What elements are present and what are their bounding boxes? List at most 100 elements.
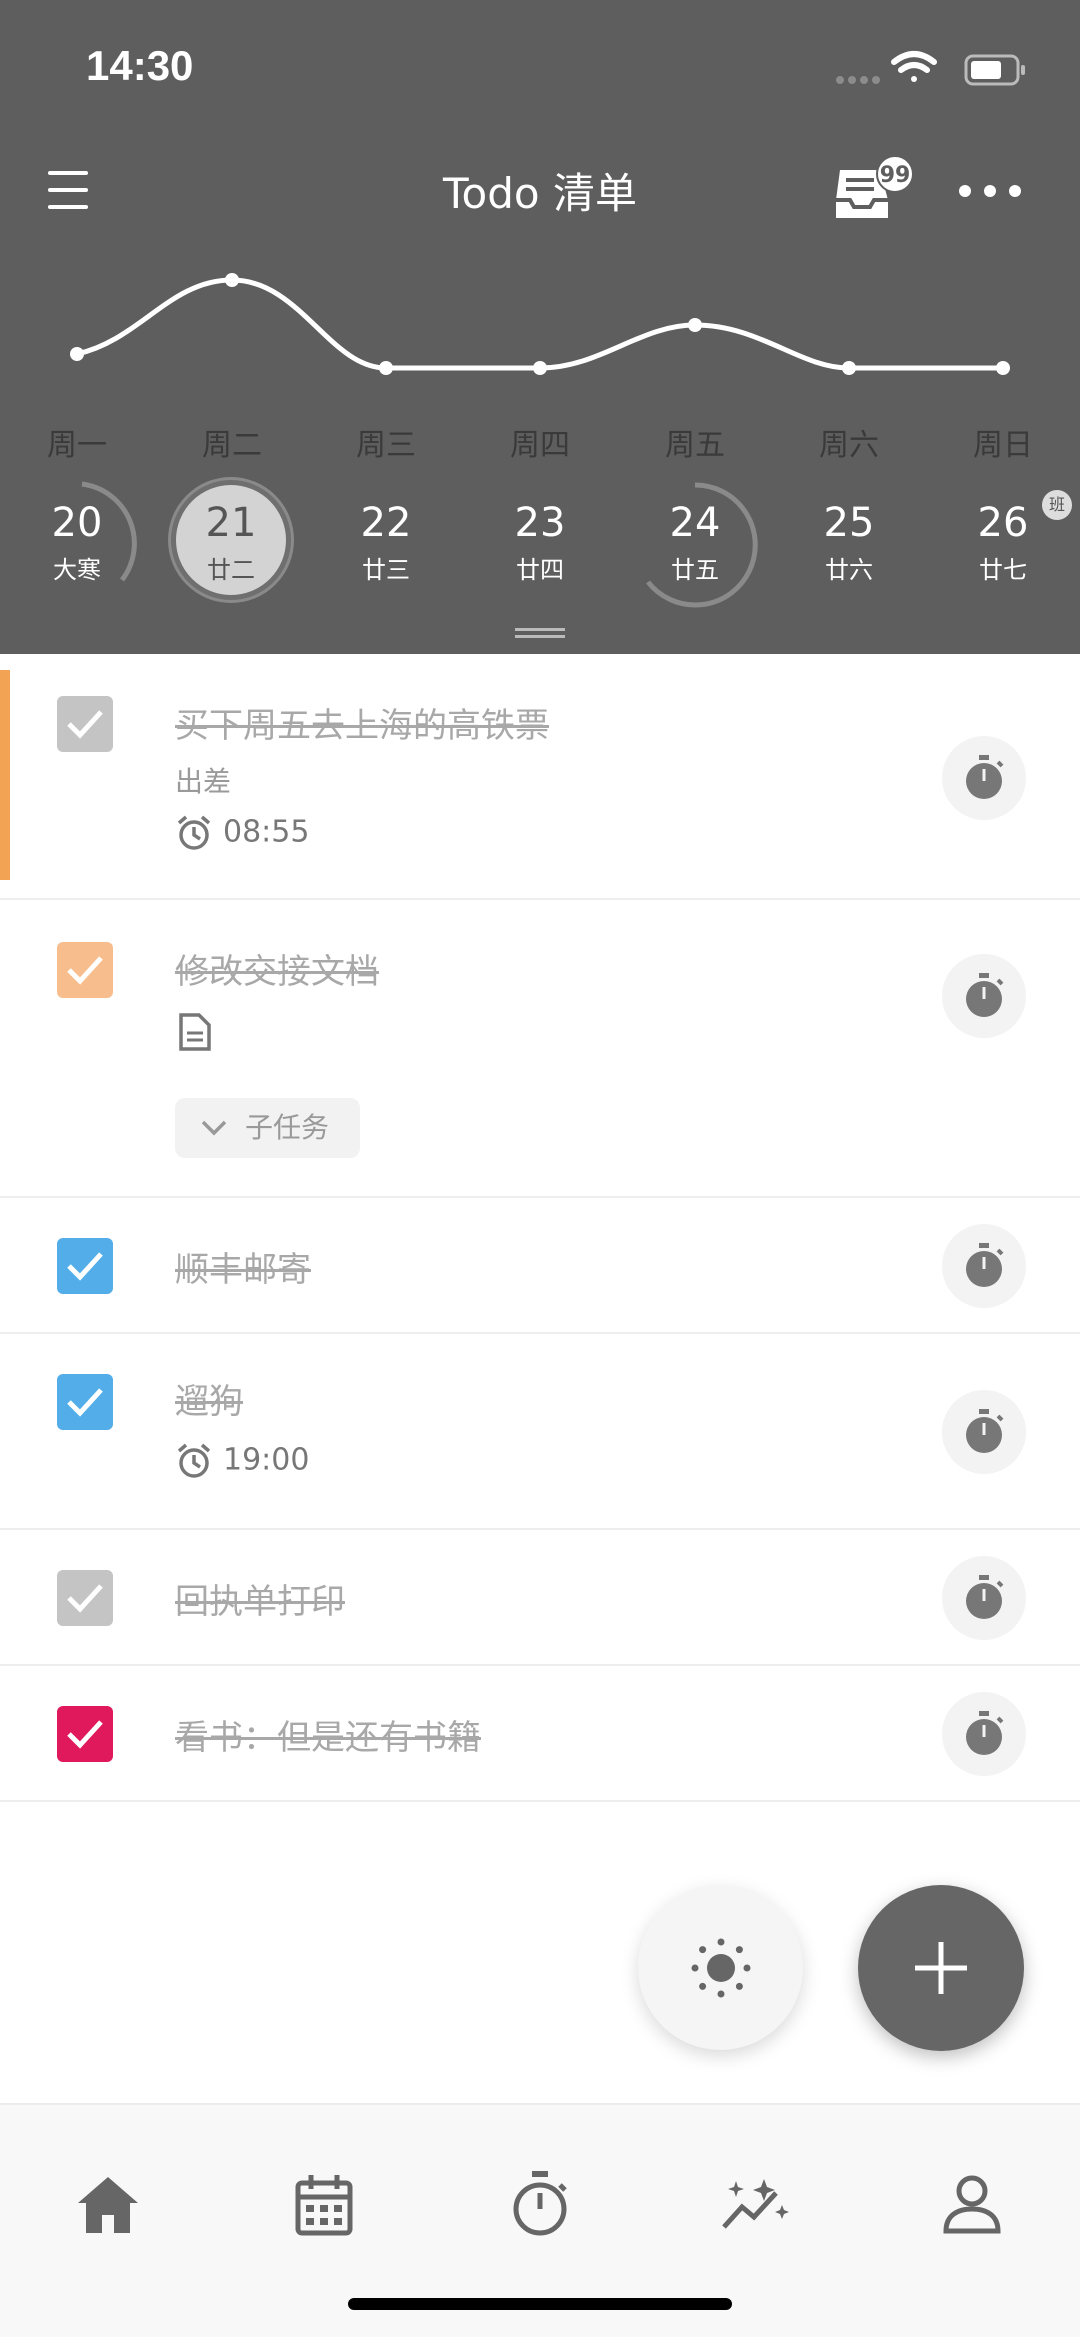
weekday-label: 周三	[356, 428, 416, 463]
check-icon	[67, 1720, 103, 1749]
start-timer-button[interactable]	[942, 1692, 1026, 1776]
stopwatch-icon	[966, 1711, 1004, 1755]
weekday-label: 周日	[973, 428, 1033, 463]
brightness-icon	[691, 1938, 751, 1998]
calendar-icon	[295, 2175, 353, 2236]
more-icon-dot	[959, 185, 971, 197]
stopwatch-icon	[966, 755, 1004, 799]
stopwatch-icon	[966, 1575, 1004, 1619]
task-title: 看书：但是还有书籍	[175, 1718, 481, 1758]
more-icon-dot	[984, 185, 996, 197]
check-icon	[67, 1388, 103, 1417]
start-timer-button[interactable]	[942, 1224, 1026, 1308]
alarm-time: 19:00	[223, 1442, 310, 1478]
alarm-icon	[177, 1443, 211, 1478]
task-item[interactable]: 顺丰邮寄	[0, 1198, 1080, 1334]
check-icon	[67, 1584, 103, 1613]
start-timer-button[interactable]	[942, 736, 1026, 820]
subtask-label: 子任务	[245, 1111, 330, 1144]
curve-point	[842, 361, 856, 375]
signal-icon	[836, 76, 880, 84]
wifi-icon	[891, 51, 937, 82]
task-checkbox[interactable]	[57, 1374, 113, 1430]
task-item[interactable]: 回执单打印	[0, 1530, 1080, 1666]
task-title: 顺丰邮寄	[175, 1250, 311, 1290]
task-checkbox[interactable]	[57, 1706, 113, 1762]
day-lunar: 廿二	[207, 556, 255, 584]
curve-point	[225, 273, 239, 287]
profile-icon	[943, 2175, 1001, 2234]
day-number: 20	[51, 500, 103, 546]
task-title: 遛狗	[175, 1382, 243, 1422]
weekday-label: 周五	[665, 428, 725, 463]
day-lunar: 廿六	[825, 556, 873, 584]
header: 14:30 Todo 清单 99 周一 周二 周三 周四 周五 周六 周日 20…	[0, 0, 1080, 654]
curve-point	[996, 361, 1010, 375]
task-item[interactable]: 买下周五去上海的高铁票 出差 08:55	[0, 654, 1080, 900]
status-time: 14:30	[86, 42, 194, 89]
brightness-button[interactable]	[638, 1885, 803, 2050]
task-alarm: 19:00	[175, 1442, 309, 1480]
drag-handle[interactable]	[515, 628, 565, 640]
task-checkbox[interactable]	[57, 1238, 113, 1294]
task-item[interactable]: 看书：但是还有书籍	[0, 1666, 1080, 1802]
day-number: 23	[514, 500, 566, 546]
note-icon	[179, 1013, 211, 1051]
battery-icon	[964, 54, 1025, 86]
task-title: 修改交接文档	[175, 952, 379, 992]
task-checkbox[interactable]	[57, 942, 113, 998]
stats-icon	[722, 2179, 789, 2229]
day-cell-25[interactable]: 25 廿六	[784, 480, 914, 610]
stopwatch-icon	[966, 973, 1004, 1017]
task-item[interactable]: 修改交接文档 子任务	[0, 900, 1080, 1198]
weekday-label: 周四	[510, 428, 570, 463]
day-lunar: 廿四	[516, 556, 564, 584]
chevron-down-icon	[201, 1120, 227, 1136]
day-cell-21[interactable]: 21 廿二	[166, 480, 296, 610]
alarm-time: 08:55	[223, 814, 310, 850]
tab-home[interactable]	[68, 2165, 148, 2245]
home-icon	[78, 2177, 138, 2233]
task-alarm: 08:55	[175, 814, 309, 852]
tab-profile[interactable]	[932, 2165, 1012, 2245]
curve-point	[379, 361, 393, 375]
tab-statistics[interactable]	[716, 2165, 796, 2245]
curve-point	[533, 361, 547, 375]
day-cell-23[interactable]: 23 廿四	[475, 480, 605, 610]
home-indicator	[348, 2298, 732, 2310]
check-icon	[67, 710, 103, 739]
tab-calendar[interactable]	[284, 2165, 364, 2245]
task-title: 买下周五去上海的高铁票	[175, 706, 549, 746]
start-timer-button[interactable]	[942, 1556, 1026, 1640]
more-button[interactable]	[955, 175, 1025, 205]
alarm-icon	[177, 815, 211, 850]
tab-focus-timer[interactable]	[500, 2165, 580, 2245]
plus-icon	[915, 1942, 967, 1994]
inbox-badge: 99	[876, 155, 914, 193]
day-cell-24[interactable]: 24 廿五	[630, 480, 760, 610]
check-icon	[67, 1252, 103, 1281]
subtask-toggle-button[interactable]: 子任务	[175, 1098, 360, 1158]
task-checkbox[interactable]	[57, 1570, 113, 1626]
day-lunar: 廿五	[671, 556, 719, 584]
day-number: 25	[823, 500, 875, 546]
day-lunar: 大寒	[53, 556, 101, 584]
curve-point	[70, 347, 84, 361]
start-timer-button[interactable]	[942, 954, 1026, 1038]
task-title: 回执单打印	[175, 1582, 345, 1622]
check-icon	[67, 956, 103, 985]
weekday-label: 周二	[202, 428, 262, 463]
day-number: 24	[669, 500, 721, 546]
task-checkbox[interactable]	[57, 696, 113, 752]
start-timer-button[interactable]	[942, 1390, 1026, 1474]
task-item[interactable]: 遛狗 19:00	[0, 1334, 1080, 1530]
day-lunar: 廿七	[979, 556, 1027, 584]
weekday-label: 周六	[819, 428, 879, 463]
status-icons	[836, 51, 1025, 86]
day-cell-20[interactable]: 20 大寒	[12, 480, 142, 610]
add-task-button[interactable]	[858, 1885, 1024, 2051]
day-number: 21	[205, 500, 257, 546]
priority-bar	[0, 670, 10, 880]
weekly-completion-curve	[70, 273, 1010, 375]
day-cell-22[interactable]: 22 廿三	[321, 480, 451, 610]
